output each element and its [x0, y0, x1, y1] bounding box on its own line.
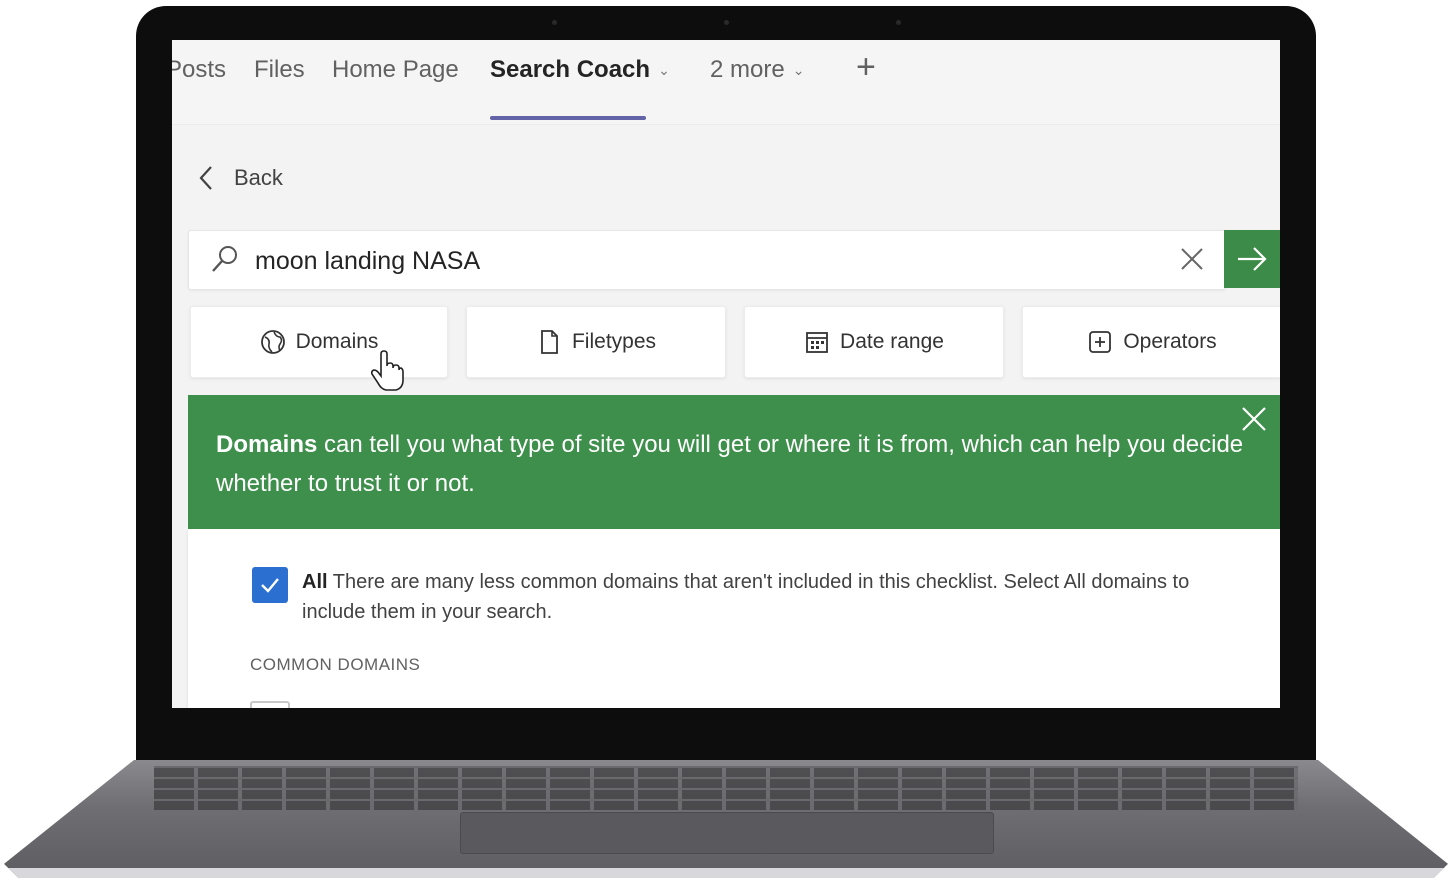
date-range-button[interactable]: Date range [744, 306, 1004, 378]
camera-dot [724, 20, 729, 25]
back-button[interactable]: Back [198, 164, 283, 192]
active-tab-indicator [490, 116, 646, 120]
hand-cursor-icon [370, 350, 404, 391]
trackpad [460, 812, 994, 854]
tab-more[interactable]: 2 more ⌄ [710, 56, 804, 84]
camera-dot [896, 20, 901, 25]
domains-button[interactable]: Domains [190, 306, 448, 378]
chevron-down-icon: ⌄ [658, 61, 670, 78]
domains-info-banner: Domains can tell you what type of site y… [188, 395, 1280, 529]
tab-home-page[interactable]: Home Page [332, 56, 459, 84]
close-icon[interactable] [1179, 246, 1205, 272]
filetypes-button[interactable]: Filetypes [466, 306, 726, 378]
file-icon [541, 330, 558, 354]
common-domains-heading: COMMON DOMAINS [250, 655, 421, 674]
arrow-right-icon [1238, 247, 1267, 271]
base-edge [4, 868, 1448, 878]
plus-icon[interactable]: + [856, 48, 876, 87]
all-domains-label: All There are many less common domains t… [302, 571, 1190, 623]
chevron-down-icon: ⌄ [792, 61, 805, 78]
chevron-left-icon [199, 166, 212, 190]
tab-posts[interactable]: Posts [172, 56, 226, 84]
checkmark-icon [261, 578, 279, 593]
camera-dot [552, 20, 557, 25]
tab-search-coach[interactable]: Search Coach ⌄ [490, 56, 670, 84]
laptop-screen: Posts Files Home Page Search Coach ⌄ 2 mo… [172, 40, 1280, 708]
keyboard-rows [154, 760, 1298, 810]
search-submit-button[interactable] [1224, 230, 1280, 288]
laptop-base [4, 760, 1448, 878]
globe-icon [260, 330, 285, 354]
tab-bar: Posts Files Home Page Search Coach ⌄ 2 mo… [172, 40, 1280, 125]
banner-text: Domains can tell you what type of site y… [216, 431, 1244, 497]
tab-files[interactable]: Files [254, 56, 305, 84]
search-input[interactable] [253, 241, 1157, 281]
search-box [188, 230, 1226, 290]
all-domains-checkbox[interactable] [252, 567, 288, 603]
calendar-icon [806, 332, 828, 353]
search-icon [212, 246, 237, 272]
plus-box-icon [1089, 331, 1112, 353]
close-icon[interactable] [1240, 405, 1268, 433]
domain-checkbox[interactable] [250, 701, 290, 708]
domains-panel: All There are many less common domains t… [188, 529, 1280, 708]
operators-button[interactable]: Operators [1022, 306, 1280, 378]
back-label: Back [234, 165, 283, 190]
